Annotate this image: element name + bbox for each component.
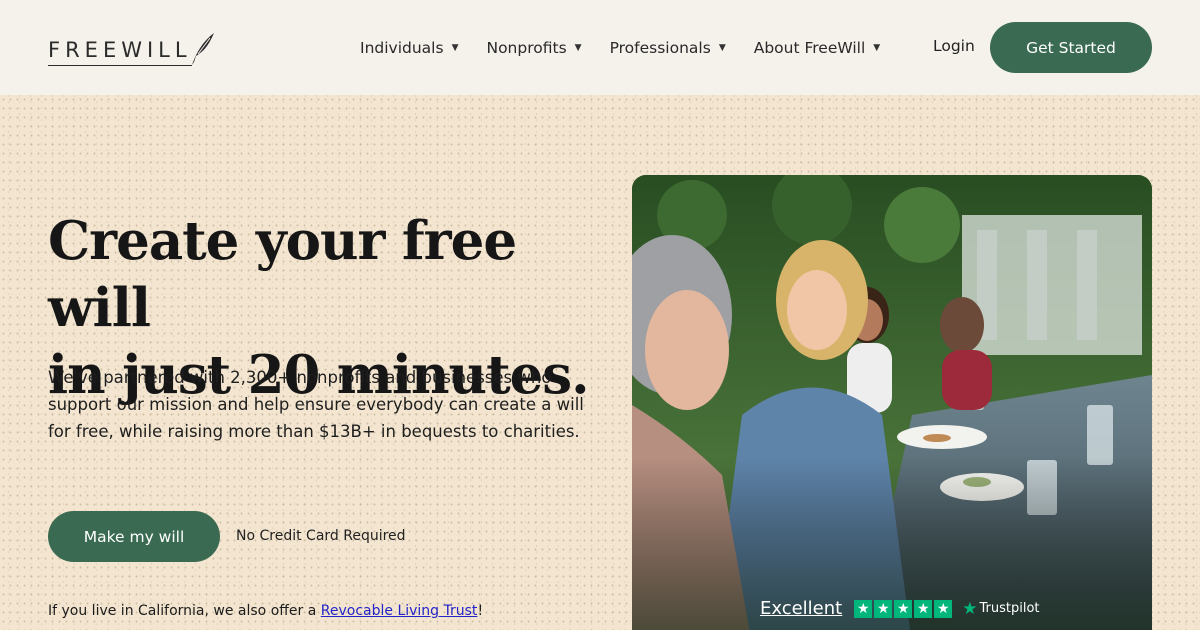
trustpilot-star-icon: ★ xyxy=(962,598,978,619)
revocable-living-trust-link[interactable]: Revocable Living Trust xyxy=(321,603,478,619)
nav-individuals[interactable]: Individuals ▼ xyxy=(360,39,458,57)
trustpilot-logo: ★ Trustpilot xyxy=(962,599,1039,619)
nav-nonprofits[interactable]: Nonprofits ▼ xyxy=(486,39,581,57)
nav-label: About FreeWill xyxy=(753,38,866,57)
freewill-logo[interactable]: FREEWILL xyxy=(48,32,216,66)
star-icon: ★ xyxy=(874,599,893,618)
caret-down-icon: ▼ xyxy=(873,42,881,53)
nav-label: Individuals xyxy=(360,38,444,57)
star-icon: ★ xyxy=(854,599,873,618)
trustpilot-brand: Trustpilot xyxy=(979,601,1040,616)
make-my-will-button[interactable]: Make my will xyxy=(48,511,220,562)
caret-down-icon: ▼ xyxy=(451,42,459,53)
hero-title-line-1: Create your free will xyxy=(48,210,517,339)
hero-photo xyxy=(632,175,1152,630)
nav-label: Professionals xyxy=(609,38,711,57)
nav-label: Nonprofits xyxy=(486,38,567,57)
hero-lead: We've partnered with 2,300+ nonprofits a… xyxy=(48,368,584,441)
trustpilot-rating-label: Excellent xyxy=(760,598,843,619)
no-credit-card-note: No Credit Card Required xyxy=(236,528,406,544)
quill-icon xyxy=(191,33,214,65)
ca-note-prefix: If you live in California, we also offer… xyxy=(48,603,321,619)
logo-wordmark: FREEWILL xyxy=(48,40,192,66)
main-nav: Individuals ▼ Nonprofits ▼ Professionals… xyxy=(360,0,908,95)
nav-professionals[interactable]: Professionals ▼ xyxy=(610,39,726,57)
ca-note-suffix: ! xyxy=(477,603,484,619)
caret-down-icon: ▼ xyxy=(574,42,582,53)
site-header: FREEWILL Individuals ▼ Nonprofits ▼ Prof… xyxy=(0,0,1200,95)
get-started-button[interactable]: Get Started xyxy=(990,22,1152,73)
dinner-party-illustration xyxy=(632,175,1152,630)
star-icon: ★ xyxy=(894,599,913,618)
login-link[interactable]: Login xyxy=(933,37,975,55)
star-icon: ★ xyxy=(934,599,953,618)
california-note: If you live in California, we also offer… xyxy=(48,603,483,619)
trustpilot-widget[interactable]: Excellent ★ ★ ★ ★ ★ ★ Trustpilot xyxy=(760,598,1040,619)
trustpilot-stars: ★ ★ ★ ★ ★ xyxy=(854,599,954,618)
nav-about[interactable]: About FreeWill ▼ xyxy=(754,39,880,57)
star-icon: ★ xyxy=(914,599,933,618)
caret-down-icon: ▼ xyxy=(718,42,726,53)
